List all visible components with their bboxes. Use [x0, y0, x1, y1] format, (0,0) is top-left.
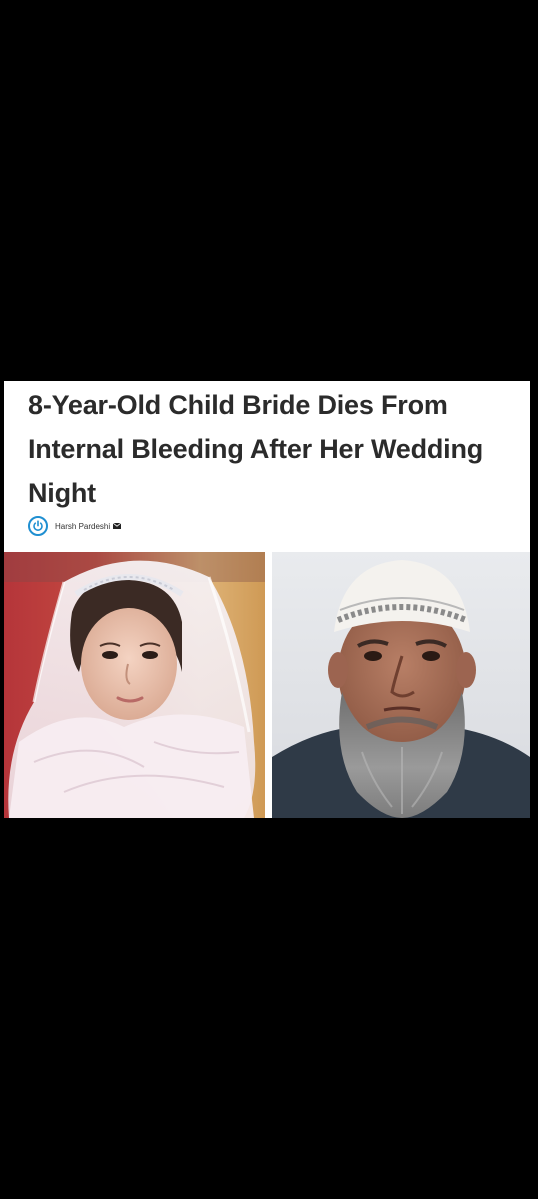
- author-name[interactable]: Harsh Pardeshi: [55, 522, 110, 531]
- article-photos: [4, 552, 530, 818]
- child-photo: [4, 552, 265, 818]
- power-icon: [28, 516, 48, 536]
- man-photo: [272, 552, 530, 818]
- article-headline: 8-Year-Old Child Bride Dies From Interna…: [28, 390, 484, 508]
- mail-icon[interactable]: [113, 523, 122, 529]
- article-byline: Harsh Pardeshi: [28, 514, 122, 538]
- article-card: 8-Year-Old Child Bride Dies From Interna…: [4, 381, 530, 818]
- screenshot-frame: 8-Year-Old Child Bride Dies From Interna…: [0, 0, 538, 1199]
